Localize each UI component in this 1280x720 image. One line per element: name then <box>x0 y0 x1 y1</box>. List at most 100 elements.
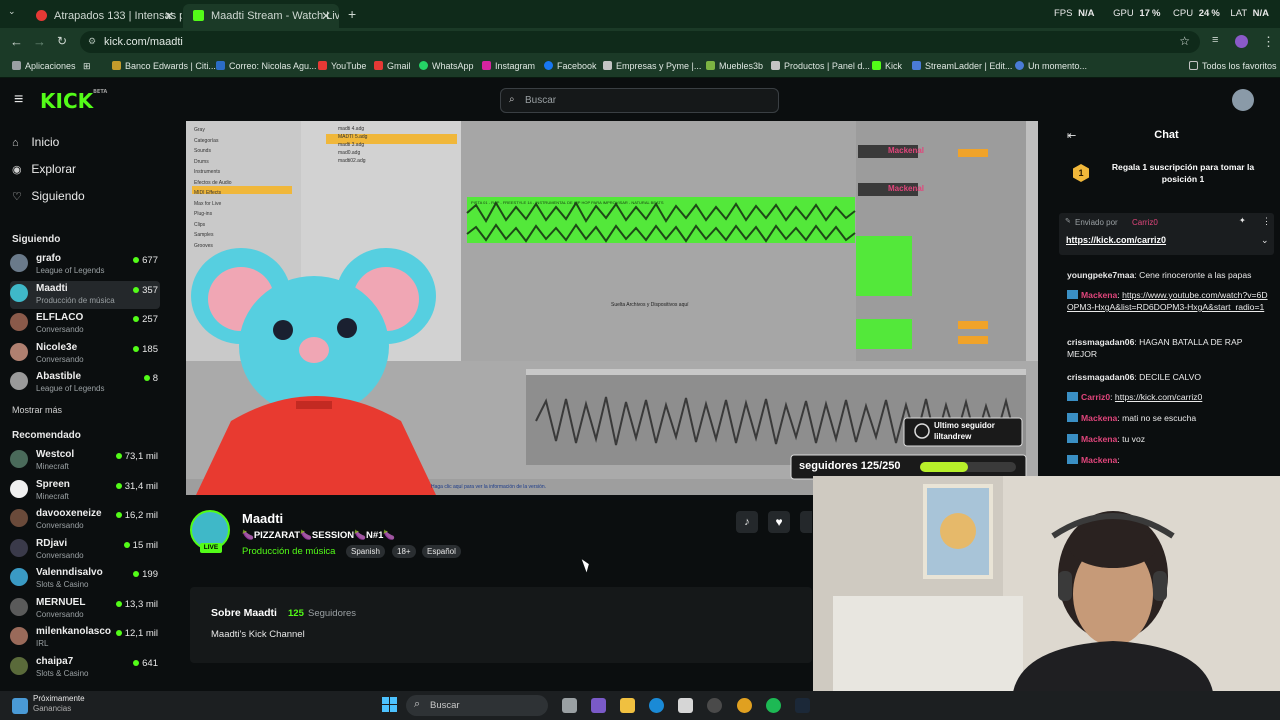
menu-dots-icon[interactable]: ⋮ <box>1262 34 1275 50</box>
user-avatar[interactable] <box>1232 89 1254 111</box>
chat-username[interactable]: Mackena <box>1081 413 1117 423</box>
edge-icon[interactable] <box>649 698 664 713</box>
tab-maadti-active[interactable]: Maadti Stream - Watch Live on ✕ <box>183 4 339 28</box>
channel-item[interactable]: chaipa7 Slots & Casino 641 <box>10 654 160 682</box>
taskbar-search[interactable]: ⌕ Buscar <box>406 695 548 716</box>
reading-list-icon[interactable]: ≡ <box>1212 34 1218 46</box>
chat-text[interactable]: https://kick.com/carriz0 <box>1115 392 1202 402</box>
chat-username[interactable]: Mackena <box>1081 434 1117 444</box>
notifications-bell-icon[interactable]: ♪ <box>736 511 758 533</box>
bookmark-label: Todos los favoritos <box>1202 61 1277 71</box>
channel-item[interactable]: Westcol Minecraft 73,1 mil <box>10 447 160 475</box>
channel-item[interactable]: Nicole3e Conversando 185 <box>10 340 160 368</box>
bookmark-whatsapp[interactable]: WhatsApp <box>419 61 474 71</box>
address-bar[interactable]: ⚙ kick.com/maadti ☆ <box>80 31 1200 53</box>
tag-espanol[interactable]: Español <box>422 545 461 558</box>
chat-username[interactable]: crissmagadan06 <box>1067 372 1134 382</box>
channel-category: Conversando <box>36 354 84 364</box>
bookmark-all-favorites[interactable]: Todos los favoritos <box>1189 61 1277 71</box>
tag-18plus[interactable]: 18+ <box>392 545 416 558</box>
chat-username[interactable]: youngpeke7maa <box>1067 270 1134 280</box>
chrome-icon[interactable] <box>737 698 752 713</box>
back-icon[interactable]: ← <box>10 34 23 49</box>
daw-file-item: madti02.adg <box>338 158 366 164</box>
grid-icon[interactable]: ⊞ <box>83 61 91 72</box>
gmail-icon <box>374 61 383 70</box>
channel-item[interactable]: MERNUEL Conversando 13,3 mil <box>10 595 160 623</box>
video-player[interactable]: Ultimo seguidor liltandrew seguidores 12… <box>186 121 1038 495</box>
channel-item[interactable]: grafo League of Legends 677 <box>10 251 160 279</box>
bookmark-momento[interactable]: Un momento... <box>1015 61 1087 71</box>
tab-atrapados[interactable]: Atrapados 133 | Intensas perse ✕ <box>26 4 182 28</box>
tag-spanish[interactable]: Spanish <box>346 545 385 558</box>
bookmark-productos[interactable]: Productos | Panel d... <box>771 61 870 71</box>
bookmark-apps[interactable]: Aplicaciones <box>12 61 76 71</box>
bookmark-muebles[interactable]: Muebles3b <box>706 61 763 71</box>
bookmark-kick[interactable]: Kick <box>872 61 902 71</box>
copilot-icon[interactable] <box>591 698 606 713</box>
close-tab-icon[interactable]: ✕ <box>164 9 174 23</box>
chat-username[interactable]: Mackena <box>1081 455 1117 465</box>
steam-icon[interactable] <box>795 698 810 713</box>
gift-leaderboard-text[interactable]: Regala 1 suscripción para tomar la posic… <box>1103 161 1263 185</box>
tab-search-icon[interactable]: ⌄ <box>8 6 16 17</box>
channel-item[interactable]: RDjavi Conversando 15 mil <box>10 536 160 564</box>
channel-item[interactable]: Valenndisalvo Slots & Casino 199 <box>10 565 160 593</box>
channel-name[interactable]: Maadti <box>242 511 283 526</box>
pinned-by-user[interactable]: Carriz0 <box>1132 218 1158 227</box>
file-explorer-icon[interactable] <box>620 698 635 713</box>
pinned-menu-icon[interactable]: ⋮ <box>1262 216 1271 227</box>
about-title: Sobre Maadti <box>211 607 277 619</box>
close-tab-icon[interactable]: ✕ <box>321 9 331 23</box>
weather-widget-icon[interactable] <box>12 698 28 714</box>
chat-username[interactable]: Mackena <box>1081 290 1117 300</box>
bookmark-streamladder[interactable]: StreamLadder | Edit... <box>912 61 1012 71</box>
bookmark-gmail[interactable]: Gmail <box>374 61 411 71</box>
windows-start-icon[interactable] <box>382 697 398 713</box>
nav-inicio[interactable]: ⌂ Inicio <box>12 135 59 149</box>
dell-icon[interactable] <box>707 698 722 713</box>
fps-label: FPS <box>1054 8 1073 19</box>
bookmark-star-icon[interactable]: ☆ <box>1179 34 1190 48</box>
channel-item[interactable]: Abastible League of Legends 8 <box>10 369 160 397</box>
channel-item[interactable]: Spreen Minecraft 31,4 mil <box>10 477 160 505</box>
gpu-unit: % <box>1151 8 1161 19</box>
kick-logo[interactable]: KICKBETA <box>40 89 107 113</box>
channel-avatar <box>10 313 28 331</box>
pinned-link[interactable]: https://kick.com/carriz0 <box>1066 235 1166 245</box>
pin-toggle-icon[interactable]: ✦ <box>1239 216 1246 225</box>
hamburger-menu-icon[interactable]: ≡ <box>14 91 23 109</box>
bookmark-banco[interactable]: Banco Edwards | Citi... <box>112 61 216 71</box>
bookmark-youtube[interactable]: YouTube <box>318 61 366 71</box>
bookmark-facebook[interactable]: Facebook <box>544 61 597 71</box>
expand-pinned-icon[interactable]: ⌄ <box>1261 235 1269 246</box>
follow-heart-icon[interactable]: ♥ <box>768 511 790 533</box>
store-icon[interactable] <box>678 698 693 713</box>
stream-category[interactable]: Producción de música <box>242 546 335 557</box>
show-more-link[interactable]: Mostrar más <box>12 405 62 415</box>
channel-item[interactable]: ELFLACO Conversando 257 <box>10 310 160 338</box>
site-info-icon[interactable]: ⚙ <box>88 36 96 47</box>
bookmark-empresas[interactable]: Empresas y Pyme |... <box>603 61 701 71</box>
profile-avatar[interactable] <box>1235 35 1248 48</box>
search-input[interactable]: ⌕ Buscar <box>500 88 779 113</box>
reload-icon[interactable]: ↻ <box>57 34 67 48</box>
last-follower-label: Ultimo seguidor <box>934 421 995 430</box>
gift-icon[interactable] <box>800 511 812 533</box>
new-tab-icon[interactable]: + <box>348 6 356 22</box>
weather-widget[interactable]: Próximamente Ganancias <box>33 694 85 714</box>
chat-username[interactable]: Carriz0 <box>1081 392 1110 402</box>
channel-item[interactable]: milenkanolasco IRL 12,1 mil <box>10 624 160 652</box>
bookmark-label: Productos | Panel d... <box>784 61 870 71</box>
bookmark-label: Banco Edwards | Citi... <box>125 61 216 71</box>
channel-item[interactable]: Maadti Producción de música 357 <box>10 280 160 309</box>
task-view-icon[interactable] <box>562 698 577 713</box>
nav-siguiendo[interactable]: ♡ Siguiendo <box>12 189 85 203</box>
bookmark-correo[interactable]: Correo: Nicolas Agu... <box>216 61 317 71</box>
chat-username[interactable]: crissmagadan06 <box>1067 337 1134 347</box>
bookmark-instagram[interactable]: Instagram <box>482 61 535 71</box>
forward-icon[interactable]: → <box>33 34 46 49</box>
channel-item[interactable]: davooxeneize Conversando 16,2 mil <box>10 506 160 534</box>
nav-explorar[interactable]: ◉ Explorar <box>12 162 76 176</box>
spotify-icon[interactable] <box>766 698 781 713</box>
